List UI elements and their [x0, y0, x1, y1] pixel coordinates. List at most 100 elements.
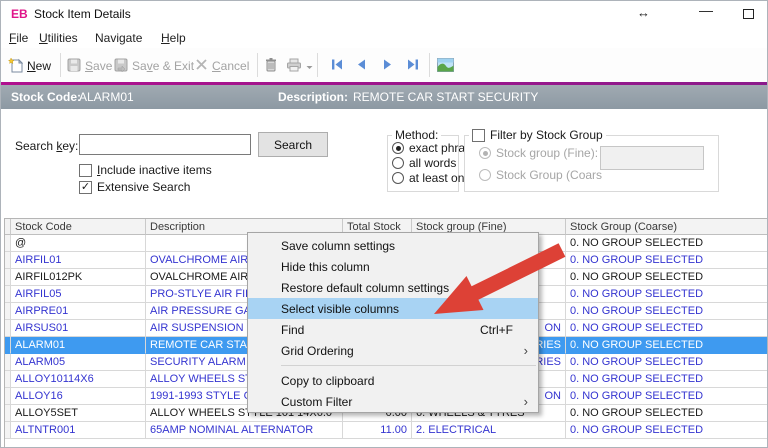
cell-code[interactable]: ALLOY16 [11, 388, 146, 405]
menu-item-label: Custom Filter [281, 395, 530, 409]
cell-coarse[interactable]: 0. NO GROUP SELECTED [566, 252, 768, 269]
context-menu-item-custom-filter[interactable]: Custom Filter› [248, 391, 538, 412]
cell-fine[interactable]: 2. ELECTRICAL [412, 422, 566, 439]
stock-item-details-window: EB Stock Item Details ↔ — File Utilities… [0, 0, 768, 448]
image-button[interactable] [437, 55, 454, 77]
cell-coarse[interactable]: 0. NO GROUP SELECTED [566, 422, 768, 439]
context-menu-item-find[interactable]: FindCtrl+F [248, 319, 538, 340]
cell-coarse[interactable]: 0. NO GROUP SELECTED [566, 235, 768, 252]
context-menu-item-select-visible-columns[interactable]: Select visible columns [248, 298, 538, 319]
cell-code[interactable]: AIRFIL01 [11, 252, 146, 269]
nav-first-button[interactable] [331, 55, 343, 77]
print-dropdown-caret-icon [306, 59, 313, 73]
menu-utilities[interactable]: Utilities [39, 31, 78, 45]
printer-icon [286, 58, 302, 75]
cell-code[interactable]: ALARM01 [11, 337, 146, 354]
menu-item-shortcut: Ctrl+F [480, 323, 513, 337]
save-exit-floppy-icon [114, 58, 128, 75]
new-button[interactable]: New [8, 55, 51, 77]
cell-coarse[interactable]: 0. NO GROUP SELECTED [566, 320, 768, 337]
context-menu-item-restore-default-column-settings[interactable]: Restore default column settings [248, 277, 538, 298]
print-button[interactable] [286, 55, 313, 77]
cell-code[interactable]: ALLOY5SET [11, 405, 146, 422]
submenu-arrow-icon: › [524, 343, 528, 358]
stock-group-filter-group: Filter by Stock Group Stock group (Fine)… [464, 135, 719, 192]
cell-desc[interactable]: 65AMP NOMINAL ALTERNATOR [146, 422, 343, 439]
stock-group-fine-radio[interactable] [479, 147, 491, 159]
cell-code[interactable]: AIRFIL012PK [11, 269, 146, 286]
method-radio-exact-phrase[interactable] [392, 142, 404, 154]
table-row[interactable]: ALTNTR00165AMP NOMINAL ALTERNATOR11.002.… [5, 422, 768, 439]
nav-previous-icon [357, 59, 366, 73]
context-menu-item-hide-this-column[interactable]: Hide this column [248, 256, 538, 277]
minimize-button[interactable]: — [699, 2, 713, 18]
nav-last-button[interactable] [407, 55, 419, 77]
extensive-search-checkbox[interactable]: ✓ [79, 181, 92, 194]
menu-item-label: Copy to clipboard [281, 374, 530, 388]
filter-by-stock-group-checkbox[interactable] [472, 129, 485, 142]
nav-next-button[interactable] [383, 55, 392, 77]
menu-item-label: Restore default column settings [281, 281, 530, 295]
cell-stock[interactable]: 11.00 [343, 422, 412, 439]
toolbar-separator [429, 53, 430, 77]
stock-group-fine-label: Stock group (Fine): [496, 146, 598, 160]
method-option-label: all words [409, 156, 456, 170]
extensive-search-label: Extensive Search [97, 180, 190, 194]
cell-coarse[interactable]: 0. NO GROUP SELECTED [566, 405, 768, 422]
title-bar: EB Stock Item Details ↔ — [1, 1, 767, 27]
cell-coarse[interactable]: 0. NO GROUP SELECTED [566, 354, 768, 371]
stock-code-value: ALARM01 [79, 90, 134, 104]
menu-item-label: Hide this column [281, 260, 530, 274]
cell-coarse[interactable]: 0. NO GROUP SELECTED [566, 303, 768, 320]
context-menu-item-grid-ordering[interactable]: Grid Ordering› [248, 340, 538, 361]
save-exit-button-label: Save & Exit [132, 59, 194, 73]
menu-item-label: Grid Ordering [281, 344, 530, 358]
cell-code[interactable]: AIRFIL05 [11, 286, 146, 303]
column-header-stock-group-coarse-[interactable]: Stock Group (Coarse) [566, 219, 768, 235]
cell-coarse[interactable]: 0. NO GROUP SELECTED [566, 269, 768, 286]
app-logo: EB [11, 7, 28, 21]
cell-coarse[interactable]: 0. NO GROUP SELECTED [566, 337, 768, 354]
menu-bar: File Utilities Navigate Help [1, 27, 767, 48]
cell-coarse[interactable]: 0. NO GROUP SELECTED [566, 388, 768, 405]
delete-button[interactable] [264, 55, 278, 77]
cancel-button[interactable]: Cancel [195, 55, 249, 77]
toolbar-separator [60, 53, 61, 77]
cell-code[interactable]: ALTNTR001 [11, 422, 146, 439]
context-menu-item-save-column-settings[interactable]: Save column settings [248, 235, 538, 256]
save-button[interactable]: Save [67, 55, 112, 77]
search-input[interactable] [79, 134, 251, 155]
save-exit-button[interactable]: Save & Exit [114, 55, 194, 77]
toolbar-separator [317, 53, 318, 77]
cell-code[interactable]: ALLOY10114X6 [11, 371, 146, 388]
method-radio-at-least-one[interactable] [392, 172, 404, 184]
context-menu-item-copy-to-clipboard[interactable]: Copy to clipboard [248, 370, 538, 391]
cell-code[interactable]: ALARM05 [11, 354, 146, 371]
cell-coarse[interactable]: 0. NO GROUP SELECTED [566, 371, 768, 388]
menu-file[interactable]: File [9, 31, 28, 45]
column-header-stock-code[interactable]: Stock Code [11, 219, 146, 235]
search-button[interactable]: Search [258, 132, 328, 157]
cell-code[interactable]: @ [11, 235, 146, 252]
stock-group-coarse-label: Stock Group (Coars [496, 168, 602, 182]
maximize-button[interactable] [743, 9, 754, 19]
nav-last-icon [407, 59, 419, 73]
nav-previous-button[interactable] [357, 55, 366, 77]
method-radio-all-words[interactable] [392, 157, 404, 169]
menu-separator [281, 365, 536, 366]
description-label: Description: [278, 90, 348, 104]
resize-arrows-icon[interactable]: ↔ [637, 5, 650, 20]
cell-code[interactable]: AIRPRE01 [11, 303, 146, 320]
include-inactive-checkbox[interactable] [79, 164, 92, 177]
stock-group-coarse-radio[interactable] [479, 169, 491, 181]
stock-group-fine-input[interactable] [600, 146, 704, 170]
nav-first-icon [331, 59, 343, 73]
cell-coarse[interactable]: 0. NO GROUP SELECTED [566, 286, 768, 303]
toolbar-separator [257, 53, 258, 77]
save-button-label: Save [85, 59, 112, 73]
menu-navigate[interactable]: Navigate [95, 31, 142, 45]
include-inactive-label: Include inactive items [97, 163, 212, 177]
cell-code[interactable]: AIRSUS01 [11, 320, 146, 337]
method-group: Method: exact phraseall wordsat least on… [387, 135, 459, 192]
menu-help[interactable]: Help [161, 31, 186, 45]
